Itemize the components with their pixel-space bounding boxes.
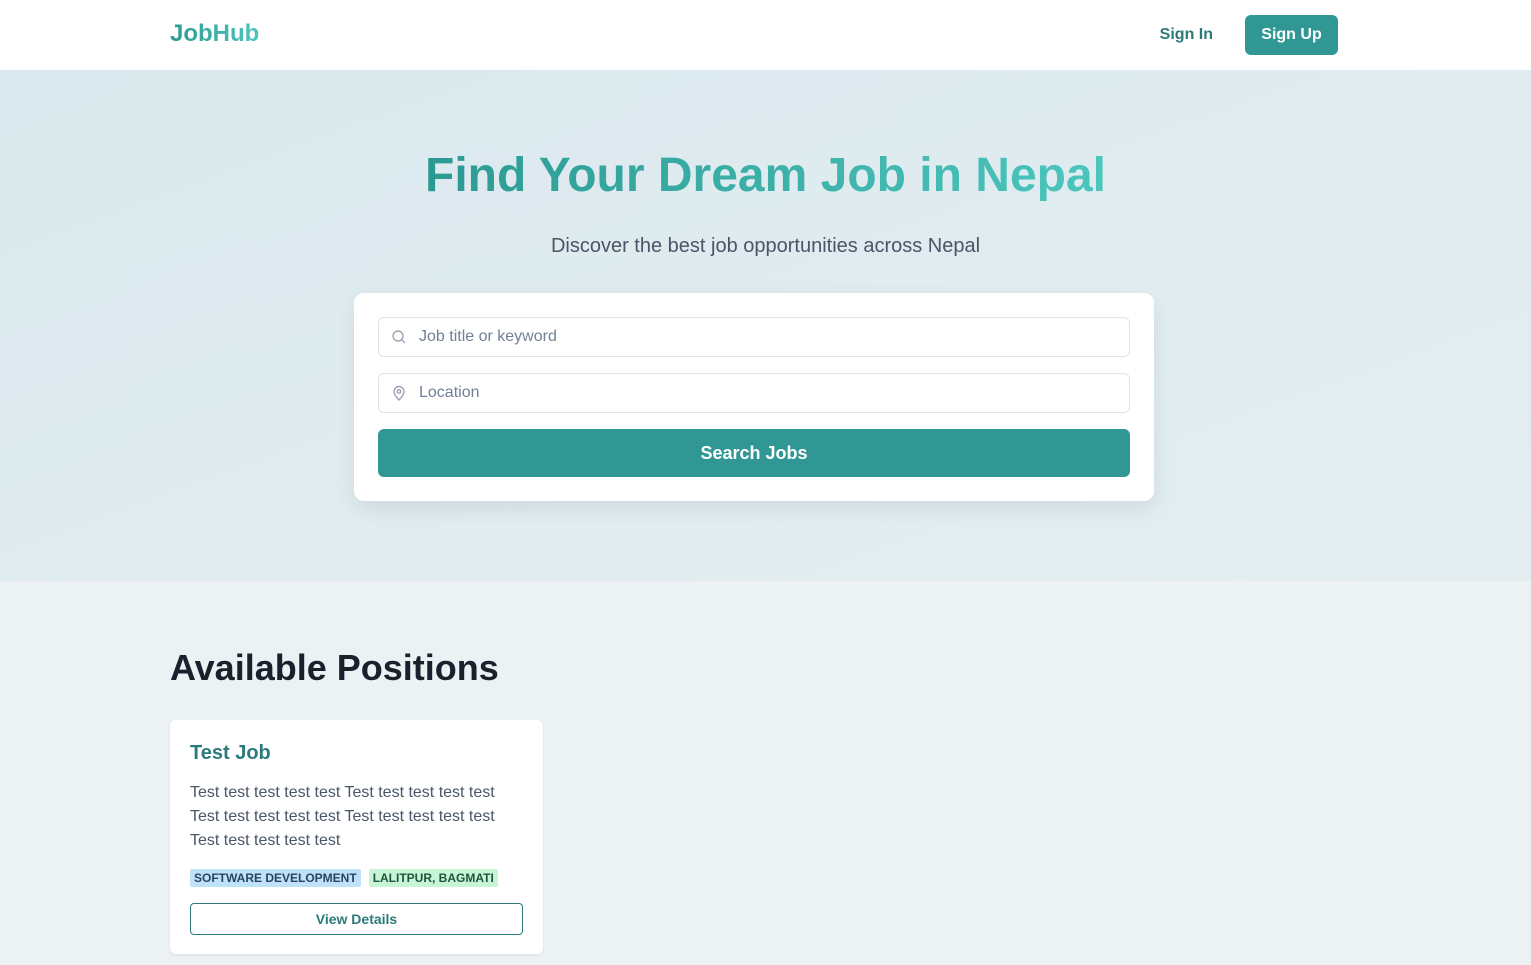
hero-section: Find Your Dream Job in Nepal Discover th… xyxy=(0,71,1531,581)
hero-title: Find Your Dream Job in Nepal xyxy=(425,149,1106,202)
location-input[interactable] xyxy=(419,384,1129,402)
job-description: Test test test test test Test test test … xyxy=(190,784,495,849)
hero-subtitle: Discover the best job opportunities acro… xyxy=(550,235,981,257)
location-badge: LALITPUR, BAGMATI xyxy=(368,869,498,887)
search-card: Search Jobs xyxy=(354,293,1154,501)
view-details-button[interactable]: View Details xyxy=(190,903,523,935)
job-title[interactable]: Test Job xyxy=(190,742,523,765)
category-badge: SOFTWARE DEVELOPMENT xyxy=(190,869,361,887)
keyword-field[interactable] xyxy=(378,317,1130,357)
map-pin-icon xyxy=(391,385,407,401)
nav-actions: Sign In Sign Up xyxy=(1160,15,1338,55)
search-jobs-button[interactable]: Search Jobs xyxy=(378,429,1130,477)
navbar: JobHub Sign In Sign Up xyxy=(0,0,1531,71)
location-field[interactable] xyxy=(378,373,1130,413)
positions-section: Available Positions Test Job Test test t… xyxy=(0,581,1531,965)
keyword-input[interactable] xyxy=(419,328,1129,346)
sign-in-link[interactable]: Sign In xyxy=(1160,26,1213,44)
job-tags: SOFTWARE DEVELOPMENT LALITPUR, BAGMATI xyxy=(190,869,523,887)
positions-heading: Available Positions xyxy=(170,647,499,688)
job-card: Test Job Test test test test test Test t… xyxy=(170,720,543,954)
sign-up-button[interactable]: Sign Up xyxy=(1245,15,1338,55)
brand-logo[interactable]: JobHub xyxy=(170,20,259,48)
search-icon xyxy=(391,329,407,345)
